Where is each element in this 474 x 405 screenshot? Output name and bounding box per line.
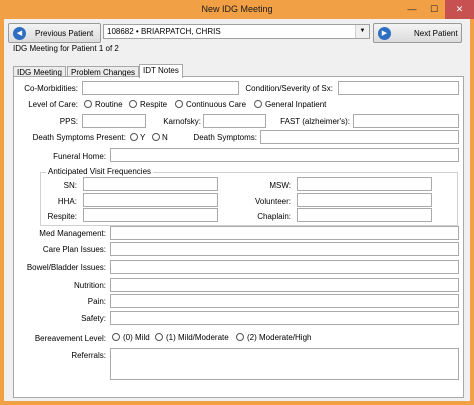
bereavement-level-label: Bereavement Level: [34, 334, 106, 343]
patient-dropdown-value: 108682 • BRIARPATCH, CHRIS [107, 27, 221, 36]
bereavement-mild-moderate-label: (1) Mild/Moderate [166, 333, 229, 342]
hha-label: HHA: [57, 197, 77, 206]
death-symptoms-label: Death Symptoms: [193, 133, 257, 142]
safety-field[interactable] [110, 311, 459, 325]
chevron-down-icon[interactable]: ▼ [355, 25, 369, 38]
window-frame-bottom [0, 401, 474, 405]
referrals-label: Referrals: [71, 351, 106, 360]
arrow-left-icon: ◀ [13, 27, 26, 40]
idg-meeting-window: New IDG Meeting — ☐ ✕ ◀ Previous Patient… [0, 0, 474, 405]
meeting-count-label: IDG Meeting for Patient 1 of 2 [13, 44, 119, 53]
respite-option-label: Respite [140, 100, 168, 109]
pps-label: PPS: [59, 117, 78, 126]
next-patient-label: Next Patient [414, 29, 458, 38]
condition-severity-label: Condition/Severity of Sx: [245, 84, 333, 93]
pain-field[interactable] [110, 294, 459, 308]
pps-field[interactable] [82, 114, 146, 128]
karnofsky-field[interactable] [203, 114, 266, 128]
bereavement-mild-radio[interactable] [112, 333, 120, 341]
sn-label: SN: [63, 181, 77, 190]
next-patient-button[interactable]: ▶ Next Patient [373, 23, 462, 43]
karnofsky-label: Karnofsky: [163, 117, 201, 126]
pain-label: Pain: [87, 297, 106, 306]
hha-field[interactable] [83, 193, 218, 207]
bereavement-mild-label: (0) Mild [123, 333, 150, 342]
comorbidities-field[interactable] [82, 81, 239, 95]
med-management-label: Med Management: [39, 229, 106, 238]
funeral-home-label: Funeral Home: [53, 152, 106, 161]
window-frame-right [470, 19, 474, 405]
bereavement-moderate-high-label: (2) Moderate/High [247, 333, 312, 342]
arrow-right-icon: ▶ [378, 27, 391, 40]
bereavement-moderate-high-radio[interactable] [236, 333, 244, 341]
care-plan-issues-label: Care Plan Issues: [42, 245, 106, 254]
death-symptoms-no-label: N [162, 133, 168, 142]
referrals-field[interactable] [110, 348, 459, 380]
previous-patient-button[interactable]: ◀ Previous Patient [8, 23, 101, 43]
care-plan-issues-field[interactable] [110, 242, 459, 256]
nutrition-field[interactable] [110, 278, 459, 292]
safety-label: Safety: [81, 314, 106, 323]
condition-severity-field[interactable] [338, 81, 459, 95]
window-frame-left [0, 19, 4, 405]
maximize-button[interactable]: ☐ [423, 0, 445, 19]
death-symptoms-present-label: Death Symptoms Present: [32, 133, 126, 142]
fast-alzheimers-label: FAST (alzheimer's): [280, 117, 350, 126]
sn-field[interactable] [83, 177, 218, 191]
chaplain-label: Chaplain: [257, 212, 291, 221]
routine-option-label: Routine [95, 100, 123, 109]
nutrition-label: Nutrition: [73, 281, 106, 290]
previous-patient-label: Previous Patient [35, 29, 94, 38]
msw-field[interactable] [297, 177, 432, 191]
respite-frequency-label: Respite: [47, 212, 77, 221]
respite-radio[interactable] [129, 100, 137, 108]
death-symptoms-yes-radio[interactable] [130, 133, 138, 141]
comorbidities-label: Co-Morbidities: [24, 84, 78, 93]
death-symptoms-field[interactable] [260, 130, 459, 144]
fast-alzheimers-field[interactable] [353, 114, 459, 128]
minimize-button[interactable]: — [401, 0, 423, 19]
death-symptoms-yes-label: Y [140, 133, 146, 142]
respite-frequency-field[interactable] [83, 208, 218, 222]
title-bar: New IDG Meeting — ☐ ✕ [0, 0, 474, 19]
med-management-field[interactable] [110, 226, 459, 240]
close-button[interactable]: ✕ [445, 0, 474, 19]
death-symptoms-no-radio[interactable] [152, 133, 160, 141]
routine-radio[interactable] [84, 100, 92, 108]
continuous-care-radio[interactable] [175, 100, 183, 108]
bereavement-mild-moderate-radio[interactable] [155, 333, 163, 341]
visit-frequencies-title: Anticipated Visit Frequencies [46, 167, 154, 176]
tab-idt-notes[interactable]: IDT Notes [139, 64, 183, 78]
chaplain-field[interactable] [297, 208, 432, 222]
bowel-bladder-field[interactable] [110, 260, 459, 274]
msw-label: MSW: [269, 181, 291, 190]
bowel-bladder-label: Bowel/Bladder Issues: [26, 263, 106, 272]
level-of-care-label: Level of Care: [28, 100, 78, 109]
continuous-care-option-label: Continuous Care [186, 100, 247, 109]
volunteer-label: Volunteer: [254, 197, 291, 206]
general-inpatient-radio[interactable] [254, 100, 262, 108]
volunteer-field[interactable] [297, 193, 432, 207]
funeral-home-field[interactable] [110, 148, 459, 162]
general-inpatient-option-label: General Inpatient [265, 100, 327, 109]
patient-dropdown[interactable]: 108682 • BRIARPATCH, CHRIS ▼ [103, 24, 370, 39]
